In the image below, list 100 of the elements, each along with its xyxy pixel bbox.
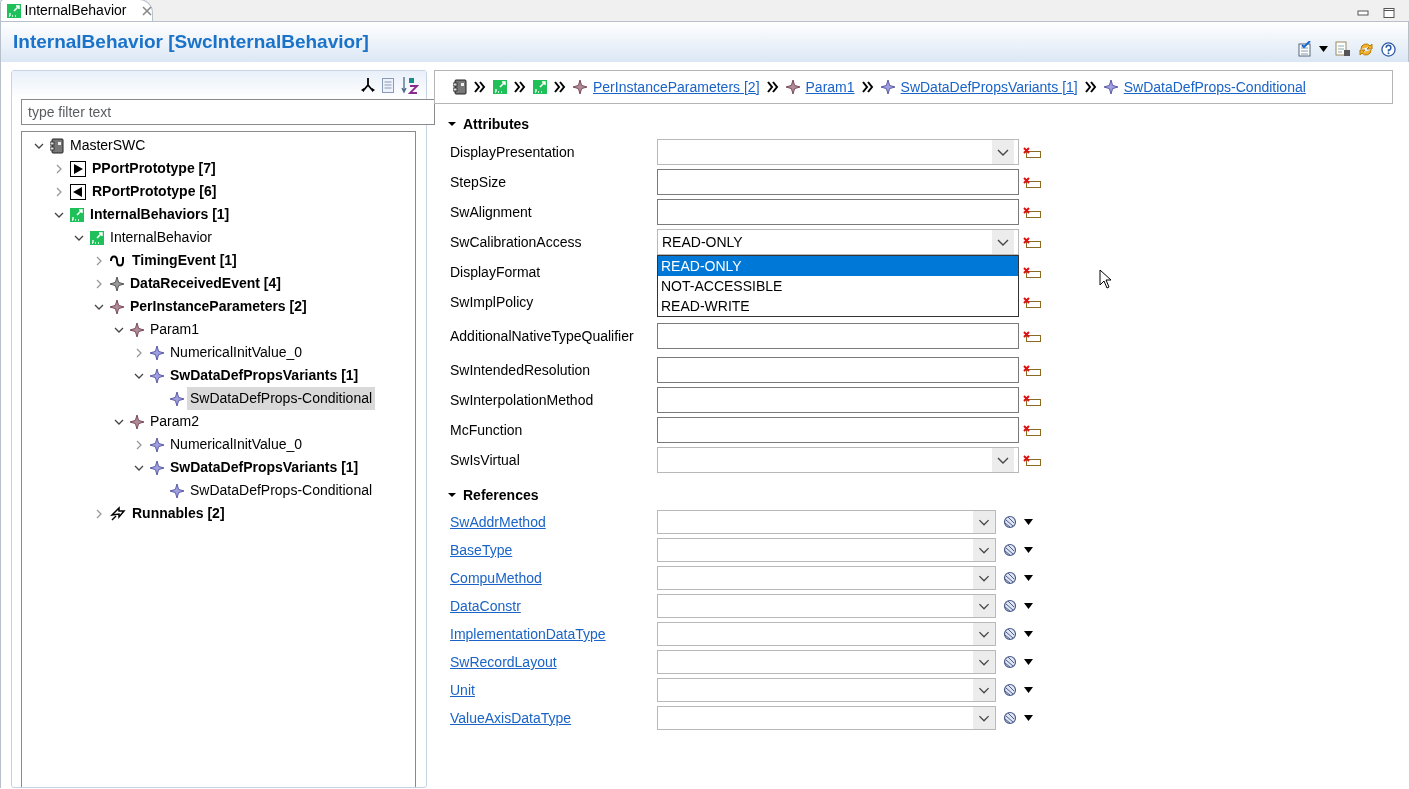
unset-icon[interactable] [1022, 236, 1041, 249]
tree-item[interactable]: SwDataDefProps-Conditional [187, 387, 376, 410]
breadcrumb-link[interactable]: SwDataDefPropsVariants [1] [900, 76, 1078, 98]
unset-icon[interactable] [1022, 394, 1041, 407]
dropdown-option[interactable]: READ-WRITE [658, 296, 1018, 316]
field-label: StepSize [450, 173, 508, 192]
sync-icon[interactable] [1358, 41, 1374, 57]
text-field[interactable] [657, 169, 1019, 195]
globe-icon[interactable] [1003, 683, 1017, 697]
text-field[interactable] [657, 387, 1019, 413]
unset-icon[interactable] [1022, 296, 1041, 309]
combo-box[interactable]: READ-ONLY [657, 229, 1019, 255]
reference-link[interactable]: SwRecordLayout [450, 654, 557, 670]
caret-icon[interactable] [1024, 715, 1033, 721]
editor-title: InternalBehavior [SwcInternalBehavior] [13, 29, 369, 54]
unset-icon[interactable] [1022, 364, 1041, 377]
breadcrumb-link[interactable]: Param1 [805, 76, 855, 98]
globe-icon[interactable] [1003, 543, 1017, 557]
text-field[interactable] [657, 323, 1019, 349]
tree-item[interactable]: RPortPrototype [6] [89, 180, 220, 203]
reference-link[interactable]: ValueAxisDataType [450, 710, 572, 726]
unset-icon[interactable] [1022, 330, 1041, 343]
collapse-arrow[interactable] [448, 491, 456, 499]
star-icon [149, 345, 164, 360]
star-icon [785, 80, 800, 94]
minimize-icon[interactable] [1357, 7, 1369, 18]
close-icon[interactable] [142, 6, 152, 16]
tree-item[interactable]: NumericalInitValue_0 [167, 341, 306, 364]
field-label: McFunction [450, 421, 524, 440]
sort-icon[interactable] [401, 76, 419, 94]
breadcrumb-link[interactable]: SwDataDefProps-Conditional [1123, 76, 1306, 98]
dropdown-option[interactable]: READ-ONLY [658, 256, 1018, 276]
caret-icon[interactable] [1024, 547, 1033, 553]
tree-item[interactable]: Param2 [147, 410, 203, 433]
breadcrumb-link[interactable]: PerInstanceParameters [2] [593, 76, 760, 98]
document-icon[interactable] [1335, 41, 1351, 57]
globe-icon[interactable] [1003, 711, 1017, 725]
field-label: SwAlignment [450, 203, 533, 222]
star-icon [880, 80, 895, 94]
unset-icon[interactable] [1022, 266, 1041, 279]
star-icon [149, 460, 164, 475]
star-icon [129, 414, 144, 429]
reference-link[interactable]: SwAddrMethod [450, 514, 546, 530]
help-icon[interactable] [1381, 41, 1396, 57]
caret-icon[interactable] [1319, 46, 1328, 52]
tree-item[interactable]: Param1 [147, 318, 203, 341]
tree-item[interactable]: SwDataDefPropsVariants [1] [167, 364, 362, 387]
caret-icon[interactable] [1024, 659, 1033, 665]
caret-icon[interactable] [1024, 575, 1033, 581]
text-field[interactable] [657, 417, 1019, 443]
tree-item[interactable]: InternalBehavior [107, 226, 215, 249]
tree-item[interactable]: InternalBehaviors [1] [87, 203, 233, 226]
field-label: DisplayPresentation [450, 143, 576, 162]
tree-item[interactable]: PPortPrototype [7] [89, 157, 219, 180]
dropdown-option[interactable]: NOT-ACCESSIBLE [658, 276, 1018, 296]
unset-icon[interactable] [1022, 454, 1041, 467]
star-icon [1103, 80, 1118, 94]
tree-item[interactable]: Runnables [2] [129, 502, 228, 525]
globe-icon[interactable] [1003, 515, 1017, 529]
reference-link[interactable]: ImplementationDataType [450, 626, 606, 642]
text-field[interactable] [657, 357, 1019, 383]
wave-icon [109, 253, 126, 268]
caret-icon[interactable] [1024, 687, 1033, 693]
tree-item[interactable]: MasterSWC [67, 134, 149, 157]
unset-icon[interactable] [1022, 176, 1041, 189]
tree-item[interactable]: SwDataDefPropsVariants [1] [167, 456, 362, 479]
globe-icon[interactable] [1003, 655, 1017, 669]
reference-link[interactable]: BaseType [450, 542, 513, 558]
collapse-arrow[interactable] [448, 120, 456, 128]
reference-link[interactable]: Unit [450, 682, 475, 698]
separator-icon [513, 80, 527, 94]
reference-link[interactable]: CompuMethod [450, 570, 542, 586]
separator-icon [553, 80, 567, 94]
maximize-icon[interactable] [1383, 7, 1395, 18]
mouse-pointer-icon [1099, 269, 1112, 289]
filter-field[interactable]: type filter text [21, 99, 435, 125]
text-field[interactable] [657, 199, 1019, 225]
tree-item[interactable]: NumericalInitValue_0 [167, 433, 306, 456]
star-icon [129, 322, 144, 337]
behavior-icon [7, 3, 21, 18]
caret-icon[interactable] [1024, 631, 1033, 637]
caret-icon[interactable] [1024, 519, 1033, 525]
editor-tab[interactable]: InternalBehavior [0, 0, 154, 21]
globe-icon[interactable] [1003, 571, 1017, 585]
star-icon [109, 299, 124, 314]
separator-icon [1083, 80, 1098, 94]
reference-link[interactable]: DataConstr [450, 598, 521, 614]
unset-icon[interactable] [1022, 206, 1041, 219]
globe-icon[interactable] [1003, 627, 1017, 641]
checklist-icon[interactable] [1298, 41, 1312, 57]
fork-icon[interactable] [361, 77, 375, 93]
unset-icon[interactable] [1022, 146, 1041, 159]
unset-icon[interactable] [1022, 424, 1041, 437]
tree-item[interactable]: DataReceivedEvent [4] [127, 272, 284, 295]
behavior-icon [533, 80, 547, 94]
tree-item[interactable]: PerInstanceParameters [2] [127, 295, 310, 318]
tree-item[interactable]: SwDataDefProps-Conditional [187, 479, 376, 502]
tree-item[interactable]: TimingEvent [1] [129, 249, 240, 272]
globe-icon[interactable] [1003, 599, 1017, 613]
caret-icon[interactable] [1024, 603, 1033, 609]
